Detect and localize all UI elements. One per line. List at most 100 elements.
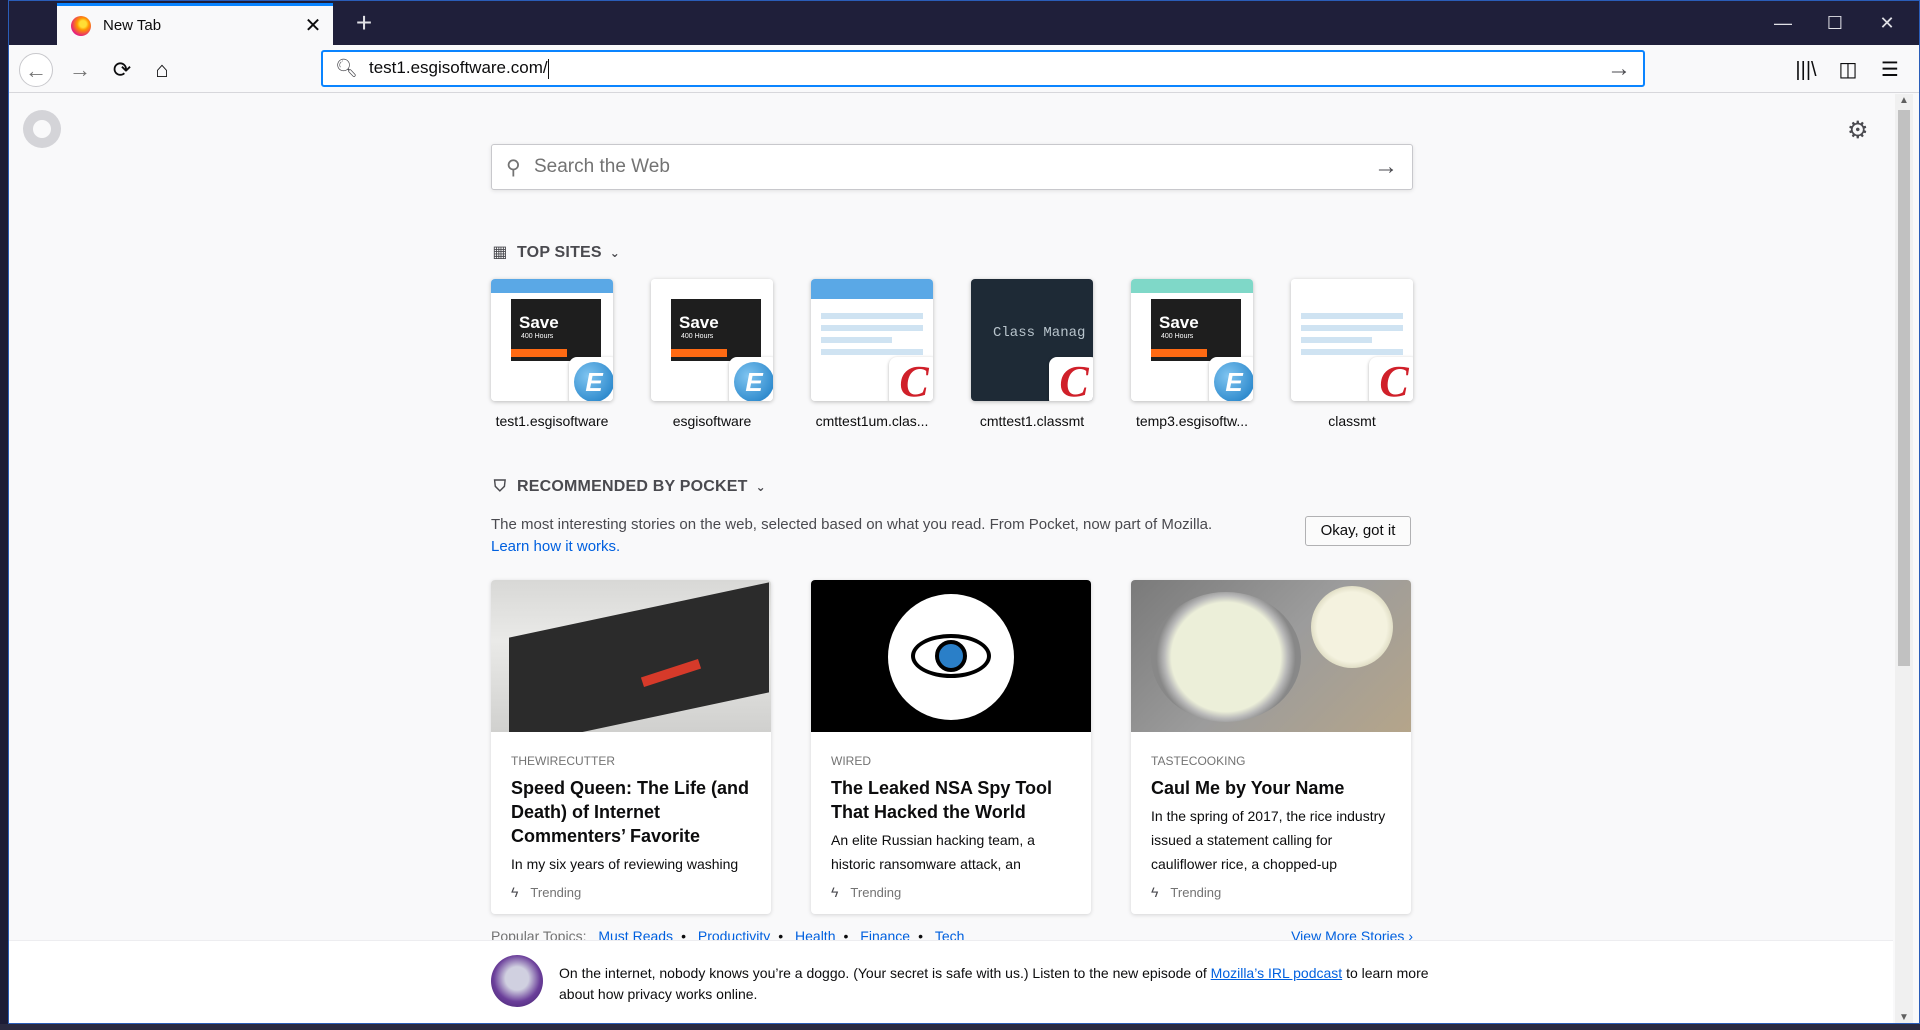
tab-title: New Tab <box>103 17 162 34</box>
top-site-tile[interactable]: C classmt <box>1291 279 1413 429</box>
text-caret <box>547 58 549 79</box>
story-image <box>811 580 1091 732</box>
home-icon: ⌂ <box>155 57 169 82</box>
thumb-hours-text: 400 Hours <box>681 333 714 340</box>
desktop-strip <box>0 1024 1920 1030</box>
top-site-tile[interactable]: Save 400 Hours E test1.esgisoftware <box>491 279 613 429</box>
top-site-tile[interactable]: C cmttest1um.clas... <box>811 279 933 429</box>
gear-icon[interactable]: ⚙ <box>1847 116 1869 145</box>
thumb-preview-text: Class Manag <box>993 325 1086 341</box>
trending-label: Trending <box>850 884 902 900</box>
pocket-title: RECOMMENDED BY POCKET <box>517 478 748 495</box>
vertical-scrollbar[interactable]: ▲ ▼ <box>1895 94 1913 1023</box>
search-icon: ⚲ <box>506 156 521 179</box>
site-thumbnail: C <box>811 279 933 401</box>
url-text: test1.esgisoftware.com/ <box>369 58 548 78</box>
thumb-hours-text: 400 Hours <box>521 333 554 340</box>
grid-icon: ▦ <box>492 244 508 261</box>
trending-label: Trending <box>530 884 582 900</box>
story-title: Caul Me by Your Name <box>1151 778 1345 798</box>
thumb-save-text: Save <box>1159 313 1199 332</box>
irl-podcast-icon <box>491 955 543 1007</box>
url-bar[interactable]: 🔍︎ test1.esgisoftware.com/ → <box>321 50 1645 87</box>
go-arrow-icon[interactable]: → <box>1607 55 1631 83</box>
trending-tag: ϟ Trending <box>1151 884 1221 900</box>
site-label: classmt <box>1328 413 1376 429</box>
site-label: esgisoftware <box>672 413 752 429</box>
learn-how-link[interactable]: Learn how it works. <box>491 538 620 555</box>
tab-close-icon[interactable]: ✕ <box>303 13 323 38</box>
story-excerpt: In the spring of 2017, the rice industry… <box>1151 808 1386 872</box>
top-sites-header[interactable]: ▦ TOP SITES ⌄ <box>491 244 620 262</box>
menu-icon[interactable]: ☰ <box>1875 55 1905 85</box>
story-source: THEWIRECUTTER <box>511 754 615 768</box>
scroll-up-icon[interactable]: ▲ <box>1895 94 1913 108</box>
top-sites-grid: Save 400 Hours E test1.esgisoftware Save 4… <box>491 279 1413 429</box>
esgi-badge-icon: E <box>729 357 773 401</box>
back-button[interactable]: ← <box>19 53 53 87</box>
back-icon: ← <box>25 58 47 83</box>
site-label: cmttest1um.clas... <box>815 413 929 429</box>
maximize-button[interactable]: ☐ <box>1815 9 1855 37</box>
irl-podcast-link[interactable]: Mozilla’s IRL podcast <box>1211 965 1343 981</box>
lightning-icon: ϟ <box>511 884 519 900</box>
story-source: TASTECOOKING <box>1151 754 1246 768</box>
okay-got-it-button[interactable]: Okay, got it <box>1305 516 1411 546</box>
top-sites-title: TOP SITES <box>517 244 602 261</box>
navigation-toolbar: ← → ⟳ ⌂ 🔍︎ test1.esgisoftware.com/ → |||… <box>9 45 1919 93</box>
site-thumbnail: Class Manag C <box>971 279 1093 401</box>
forward-icon: → <box>69 57 91 82</box>
reload-icon: ⟳ <box>112 57 132 82</box>
pocket-icon: ⛉ <box>493 478 507 495</box>
browser-window: New Tab ✕ + — ☐ ✕ ← → ⟳ ⌂ 🔍︎ test1.esgis… <box>8 0 1920 1024</box>
search-icon: 🔍︎ <box>335 58 358 78</box>
site-label: test1.esgisoftware <box>495 413 609 429</box>
cmt-badge-icon: C <box>1369 357 1413 401</box>
site-thumbnail: Save 400 Hours E <box>1131 279 1253 401</box>
top-site-tile[interactable]: Class Manag C cmttest1.classmt <box>971 279 1093 429</box>
cmt-badge-icon: C <box>889 357 933 401</box>
story-title: The Leaked NSA Spy Tool That Hacked the … <box>831 778 1053 822</box>
chevron-down-icon: ⌄ <box>755 480 766 494</box>
pocket-header[interactable]: ⛉ RECOMMENDED BY POCKET ⌄ <box>491 478 766 496</box>
search-go-icon[interactable]: → <box>1374 153 1398 181</box>
library-icon[interactable]: |||\ <box>1791 55 1821 85</box>
trending-label: Trending <box>1170 884 1222 900</box>
story-excerpt: An elite Russian hacking team, a histori… <box>831 832 1035 872</box>
home-button[interactable]: ⌂ <box>145 53 179 87</box>
new-tab-button[interactable]: + <box>349 9 379 39</box>
story-excerpt: In my six years of reviewing washing <box>511 856 739 872</box>
title-bar: New Tab ✕ + — ☐ ✕ <box>9 1 1919 45</box>
story-source: WIRED <box>831 754 871 768</box>
reload-button[interactable]: ⟳ <box>105 53 139 87</box>
esgi-badge-icon: E <box>569 357 613 401</box>
minimize-button[interactable]: — <box>1763 9 1803 37</box>
story-card[interactable]: WIRED The Leaked NSA Spy Tool That Hacke… <box>811 580 1091 914</box>
story-title: Speed Queen: The Life (and Death) of Int… <box>511 778 750 846</box>
sidebar-icon[interactable]: ◫ <box>1833 55 1863 85</box>
top-site-tile[interactable]: Save 400 Hours E esgisoftware <box>651 279 773 429</box>
story-card[interactable]: THEWIRECUTTER Speed Queen: The Life (and… <box>491 580 771 914</box>
story-image <box>1131 580 1411 732</box>
search-box[interactable]: ⚲ Search the Web → <box>491 144 1413 190</box>
tab-new-tab[interactable]: New Tab ✕ <box>57 3 333 45</box>
thumb-save-text: Save <box>679 313 719 332</box>
snippet-text: On the internet, nobody knows you’re a d… <box>559 963 1449 1005</box>
story-card[interactable]: TASTECOOKING Caul Me by Your Name In the… <box>1131 580 1411 914</box>
search-input[interactable]: Search the Web <box>534 156 1374 178</box>
close-window-button[interactable]: ✕ <box>1867 9 1907 37</box>
trending-tag: ϟ Trending <box>511 884 581 900</box>
forward-button[interactable]: → <box>63 53 97 87</box>
chevron-down-icon: ⌄ <box>609 246 621 260</box>
scrollbar-thumb[interactable] <box>1898 110 1910 666</box>
scroll-down-icon[interactable]: ▼ <box>1895 1011 1913 1023</box>
url-input[interactable]: test1.esgisoftware.com/ <box>357 58 1607 79</box>
snippet-text-before: On the internet, nobody knows you’re a d… <box>559 965 1207 981</box>
top-site-tile[interactable]: Save 400 Hours E temp3.esgisoftw... <box>1131 279 1253 429</box>
lightning-icon: ϟ <box>1151 884 1159 900</box>
firefox-favicon-icon <box>71 15 91 36</box>
newtab-page: ⚙ ⚲ Search the Web → ▦ TOP SITES ⌄ Save 4 <box>9 94 1893 1023</box>
cmt-badge-icon: C <box>1049 357 1093 401</box>
trending-tag: ϟ Trending <box>831 884 901 900</box>
pocket-description: The most interesting stories on the web,… <box>491 514 1221 558</box>
